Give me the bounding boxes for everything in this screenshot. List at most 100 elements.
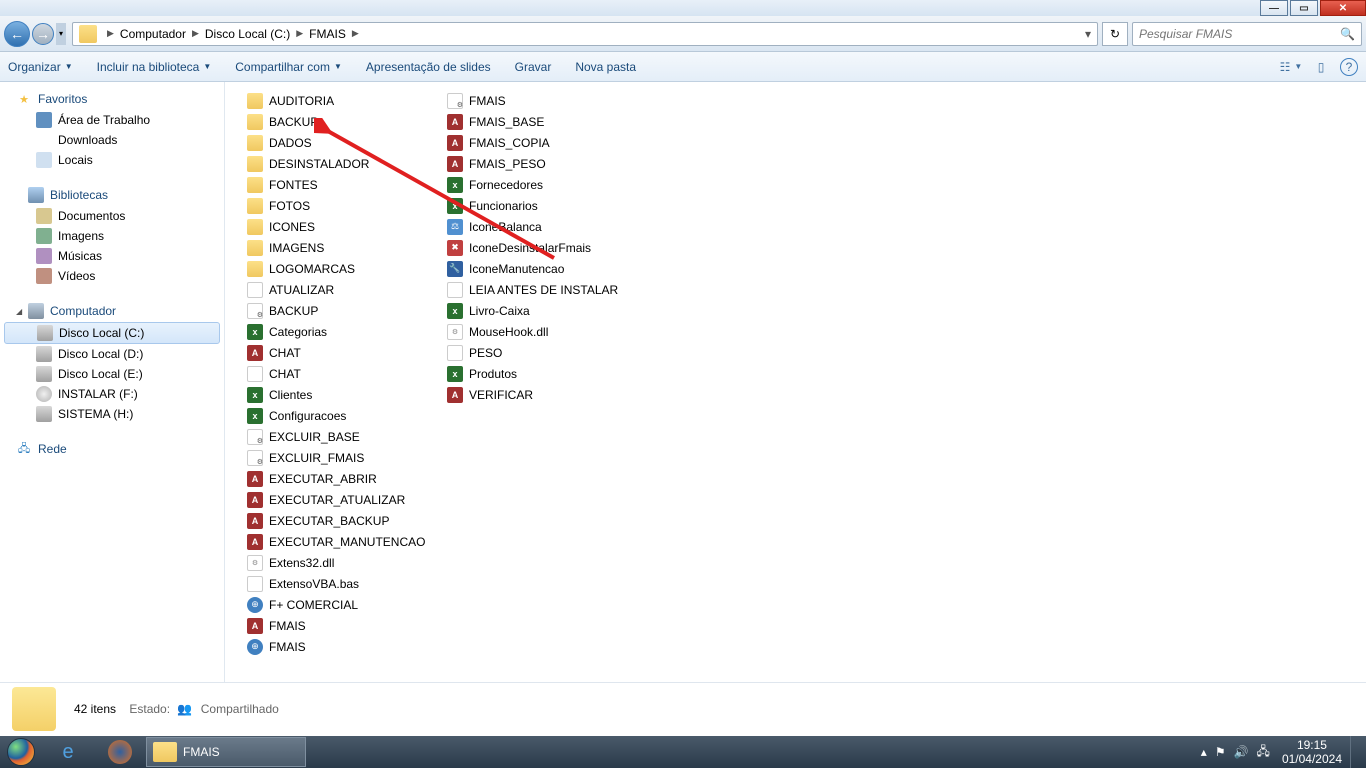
sidebar-item[interactable]: Downloads <box>0 130 224 150</box>
organize-menu[interactable]: Organizar▼ <box>8 60 73 74</box>
file-item[interactable]: BACKUP <box>247 111 447 132</box>
action-center-icon[interactable]: ⚑ <box>1215 745 1226 759</box>
taskbar-firefox[interactable] <box>94 737 146 767</box>
file-item[interactable]: FMAIS <box>447 90 647 111</box>
file-item[interactable]: FOTOS <box>247 195 447 216</box>
file-item[interactable]: ICONES <box>247 216 447 237</box>
file-item[interactable]: xLivro-Caixa <box>447 300 647 321</box>
clock[interactable]: 19:1501/04/2024 <box>1282 738 1342 766</box>
include-library-menu[interactable]: Incluir na biblioteca▼ <box>97 60 212 74</box>
file-item[interactable]: LEIA ANTES DE INSTALAR <box>447 279 647 300</box>
file-item[interactable]: ACHAT <box>247 342 447 363</box>
breadcrumb-dropdown[interactable]: ▾ <box>1085 27 1095 41</box>
share-menu[interactable]: Compartilhar com▼ <box>235 60 342 74</box>
file-item[interactable]: DADOS <box>247 132 447 153</box>
file-item[interactable]: ✖IconeDesinstalarFmais <box>447 237 647 258</box>
breadcrumb-item[interactable]: Computador <box>120 27 186 41</box>
close-button[interactable]: ✕ <box>1320 0 1366 16</box>
file-item[interactable]: AUDITORIA <box>247 90 447 111</box>
sidebar-item[interactable]: Vídeos <box>0 266 224 286</box>
file-item[interactable]: xFornecedores <box>447 174 647 195</box>
file-item[interactable]: xCategorias <box>247 321 447 342</box>
file-item[interactable]: LOGOMARCAS <box>247 258 447 279</box>
back-button[interactable]: ← <box>4 21 30 47</box>
file-item[interactable]: AEXECUTAR_MANUTENCAO <box>247 531 447 552</box>
refresh-button[interactable]: ↻ <box>1102 22 1128 46</box>
view-options-button[interactable]: ☷▼ <box>1280 58 1302 76</box>
sidebar-item[interactable]: Documentos <box>0 206 224 226</box>
file-item[interactable]: AEXECUTAR_ATUALIZAR <box>247 489 447 510</box>
sidebar-item[interactable]: Disco Local (D:) <box>0 344 224 364</box>
computer-group[interactable]: ◢Computador <box>0 300 224 322</box>
search-input[interactable] <box>1139 27 1340 41</box>
sidebar-item[interactable]: Disco Local (C:) <box>4 322 220 344</box>
maximize-button[interactable]: ▭ <box>1290 0 1318 16</box>
file-item[interactable]: AEXECUTAR_ABRIR <box>247 468 447 489</box>
file-item[interactable]: AEXECUTAR_BACKUP <box>247 510 447 531</box>
minimize-button[interactable]: — <box>1260 0 1288 16</box>
file-icon <box>247 240 263 256</box>
sidebar-item[interactable]: SISTEMA (H:) <box>0 404 224 424</box>
new-folder-button[interactable]: Nova pasta <box>575 60 636 74</box>
file-icon <box>247 219 263 235</box>
file-item[interactable]: IMAGENS <box>247 237 447 258</box>
sidebar-item[interactable]: Imagens <box>0 226 224 246</box>
file-item[interactable]: 🔧IconeManutencao <box>447 258 647 279</box>
file-item[interactable]: PESO <box>447 342 647 363</box>
burn-button[interactable]: Gravar <box>515 60 552 74</box>
file-icon <box>247 450 263 466</box>
file-icon <box>247 429 263 445</box>
sidebar-item[interactable]: Músicas <box>0 246 224 266</box>
file-item[interactable]: AFMAIS <box>247 615 447 636</box>
start-button[interactable] <box>0 736 42 768</box>
file-name: EXECUTAR_MANUTENCAO <box>269 535 425 549</box>
search-icon[interactable]: 🔍 <box>1340 27 1355 41</box>
file-item[interactable]: xFuncionarios <box>447 195 647 216</box>
taskbar-explorer[interactable]: FMAIS <box>146 737 306 767</box>
search-box[interactable]: 🔍 <box>1132 22 1362 46</box>
forward-button[interactable]: → <box>32 23 54 45</box>
file-item[interactable]: xProdutos <box>447 363 647 384</box>
file-item[interactable]: AFMAIS_PESO <box>447 153 647 174</box>
tray-overflow-button[interactable]: ▴ <box>1201 745 1207 759</box>
network-group[interactable]: 🖧Rede <box>0 438 224 460</box>
file-item[interactable]: EXCLUIR_FMAIS <box>247 447 447 468</box>
breadcrumb-item[interactable]: FMAIS <box>309 27 346 41</box>
file-item[interactable]: EXCLUIR_BASE <box>247 426 447 447</box>
file-item[interactable]: ⊕FMAIS <box>247 636 447 657</box>
file-item[interactable]: xClientes <box>247 384 447 405</box>
folder-icon <box>153 742 177 762</box>
history-dropdown[interactable]: ▾ <box>56 23 66 45</box>
file-item[interactable]: AFMAIS_BASE <box>447 111 647 132</box>
file-icon <box>247 177 263 193</box>
file-item[interactable]: FONTES <box>247 174 447 195</box>
sidebar-item[interactable]: Área de Trabalho <box>0 110 224 130</box>
file-item[interactable]: ⊕F+ COMERCIAL <box>247 594 447 615</box>
sidebar-item[interactable]: Disco Local (E:) <box>0 364 224 384</box>
slideshow-button[interactable]: Apresentação de slides <box>366 60 491 74</box>
preview-pane-button[interactable]: ▯ <box>1310 58 1332 76</box>
breadcrumb-item[interactable]: Disco Local (C:) <box>205 27 290 41</box>
drive-icon <box>36 366 52 382</box>
file-item[interactable]: ExtensoVBA.bas <box>247 573 447 594</box>
help-button[interactable]: ? <box>1340 58 1358 76</box>
file-item[interactable]: CHAT <box>247 363 447 384</box>
file-item[interactable]: AFMAIS_COPIA <box>447 132 647 153</box>
file-item[interactable]: BACKUP <box>247 300 447 321</box>
file-item[interactable]: ATUALIZAR <box>247 279 447 300</box>
libraries-group[interactable]: Bibliotecas <box>0 184 224 206</box>
volume-icon[interactable]: 🔊 <box>1234 745 1249 759</box>
file-item[interactable]: Extens32.dll <box>247 552 447 573</box>
network-tray-icon[interactable]: 🖧 <box>1257 742 1270 763</box>
file-item[interactable]: xConfiguracoes <box>247 405 447 426</box>
file-item[interactable]: ⚖IconeBalanca <box>447 216 647 237</box>
sidebar-item[interactable]: Locais <box>0 150 224 170</box>
file-item[interactable]: DESINSTALADOR <box>247 153 447 174</box>
file-item[interactable]: MouseHook.dll <box>447 321 647 342</box>
file-item[interactable]: AVERIFICAR <box>447 384 647 405</box>
breadcrumb[interactable]: ▶ Computador ▶ Disco Local (C:) ▶ FMAIS … <box>72 22 1098 46</box>
sidebar-item[interactable]: INSTALAR (F:) <box>0 384 224 404</box>
taskbar-ie[interactable]: e <box>42 737 94 767</box>
favorites-group[interactable]: ★Favoritos <box>0 88 224 110</box>
show-desktop-button[interactable] <box>1350 736 1362 768</box>
